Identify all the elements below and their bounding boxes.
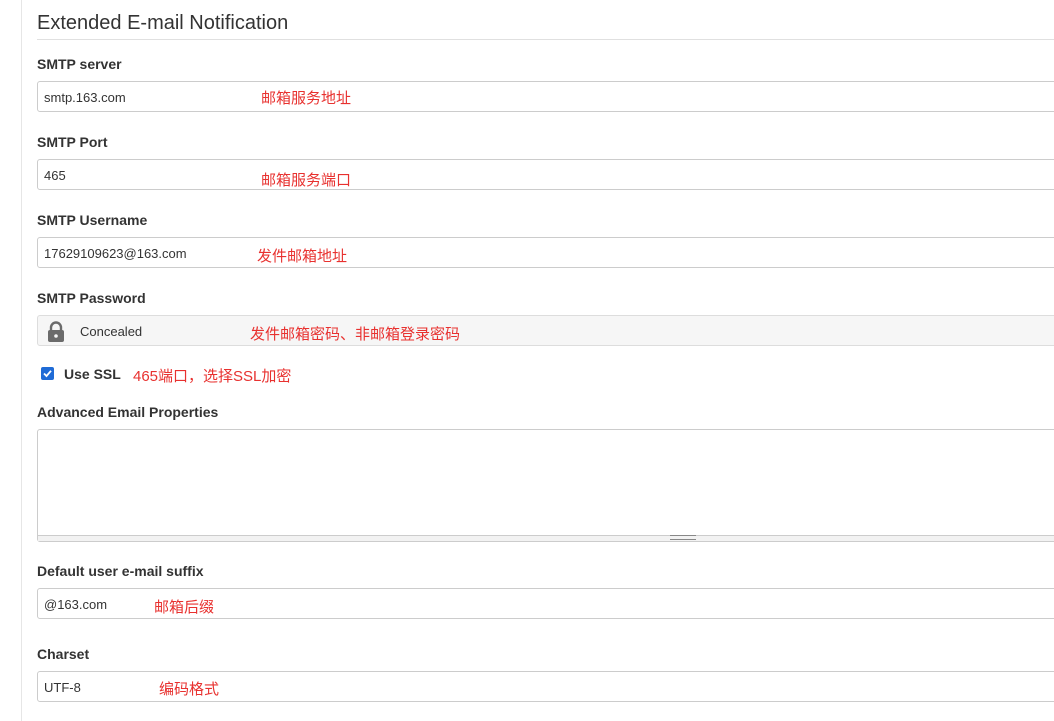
smtp-password-field[interactable]: Concealed — [37, 315, 1054, 346]
smtp-port-label: SMTP Port — [37, 134, 108, 150]
use-ssl-checkbox[interactable] — [41, 367, 54, 380]
smtp-server-input[interactable]: smtp.163.com — [37, 81, 1054, 112]
smtp-username-value: 17629109623@163.com — [44, 246, 187, 261]
smtp-password-value: Concealed — [80, 324, 143, 339]
smtp-password-label: SMTP Password — [37, 290, 146, 306]
default-suffix-label: Default user e-mail suffix — [37, 563, 204, 579]
default-suffix-annotation: 邮箱后缀 — [154, 599, 215, 616]
smtp-username-input[interactable]: 17629109623@163.com — [37, 237, 1054, 268]
smtp-server-label: SMTP server — [37, 56, 122, 72]
charset-annotation: 编码格式 — [159, 681, 220, 698]
advanced-properties-label: Advanced Email Properties — [37, 404, 219, 420]
smtp-server-value: smtp.163.com — [44, 90, 126, 105]
smtp-server-annotation: 邮箱服务地址 — [261, 90, 352, 107]
smtp-password-annotation: 发件邮箱密码、非邮箱登录密码 — [250, 326, 461, 343]
title-divider — [37, 39, 1054, 40]
smtp-username-annotation: 发件邮箱地址 — [257, 248, 348, 265]
use-ssl-annotation: 465端口，选择SSL加密 — [133, 368, 292, 385]
default-suffix-value: @163.com — [44, 597, 108, 612]
textarea-resize-bar[interactable] — [38, 535, 1054, 541]
charset-value: UTF-8 — [44, 680, 81, 695]
section-title: Extended E-mail Notification — [37, 12, 289, 34]
smtp-username-label: SMTP Username — [37, 212, 148, 228]
charset-label: Charset — [37, 646, 90, 662]
advanced-properties-textarea[interactable] — [37, 429, 1054, 542]
smtp-port-annotation: 邮箱服务端口 — [261, 172, 352, 189]
use-ssl-label[interactable]: Use SSL — [64, 366, 121, 382]
smtp-port-input[interactable]: 465 — [37, 159, 1054, 190]
resize-grip-icon[interactable] — [670, 535, 696, 540]
left-panel-border — [0, 0, 22, 721]
smtp-port-value: 465 — [44, 168, 66, 183]
checkmark-icon — [43, 370, 52, 378]
lock-icon — [45, 321, 67, 343]
